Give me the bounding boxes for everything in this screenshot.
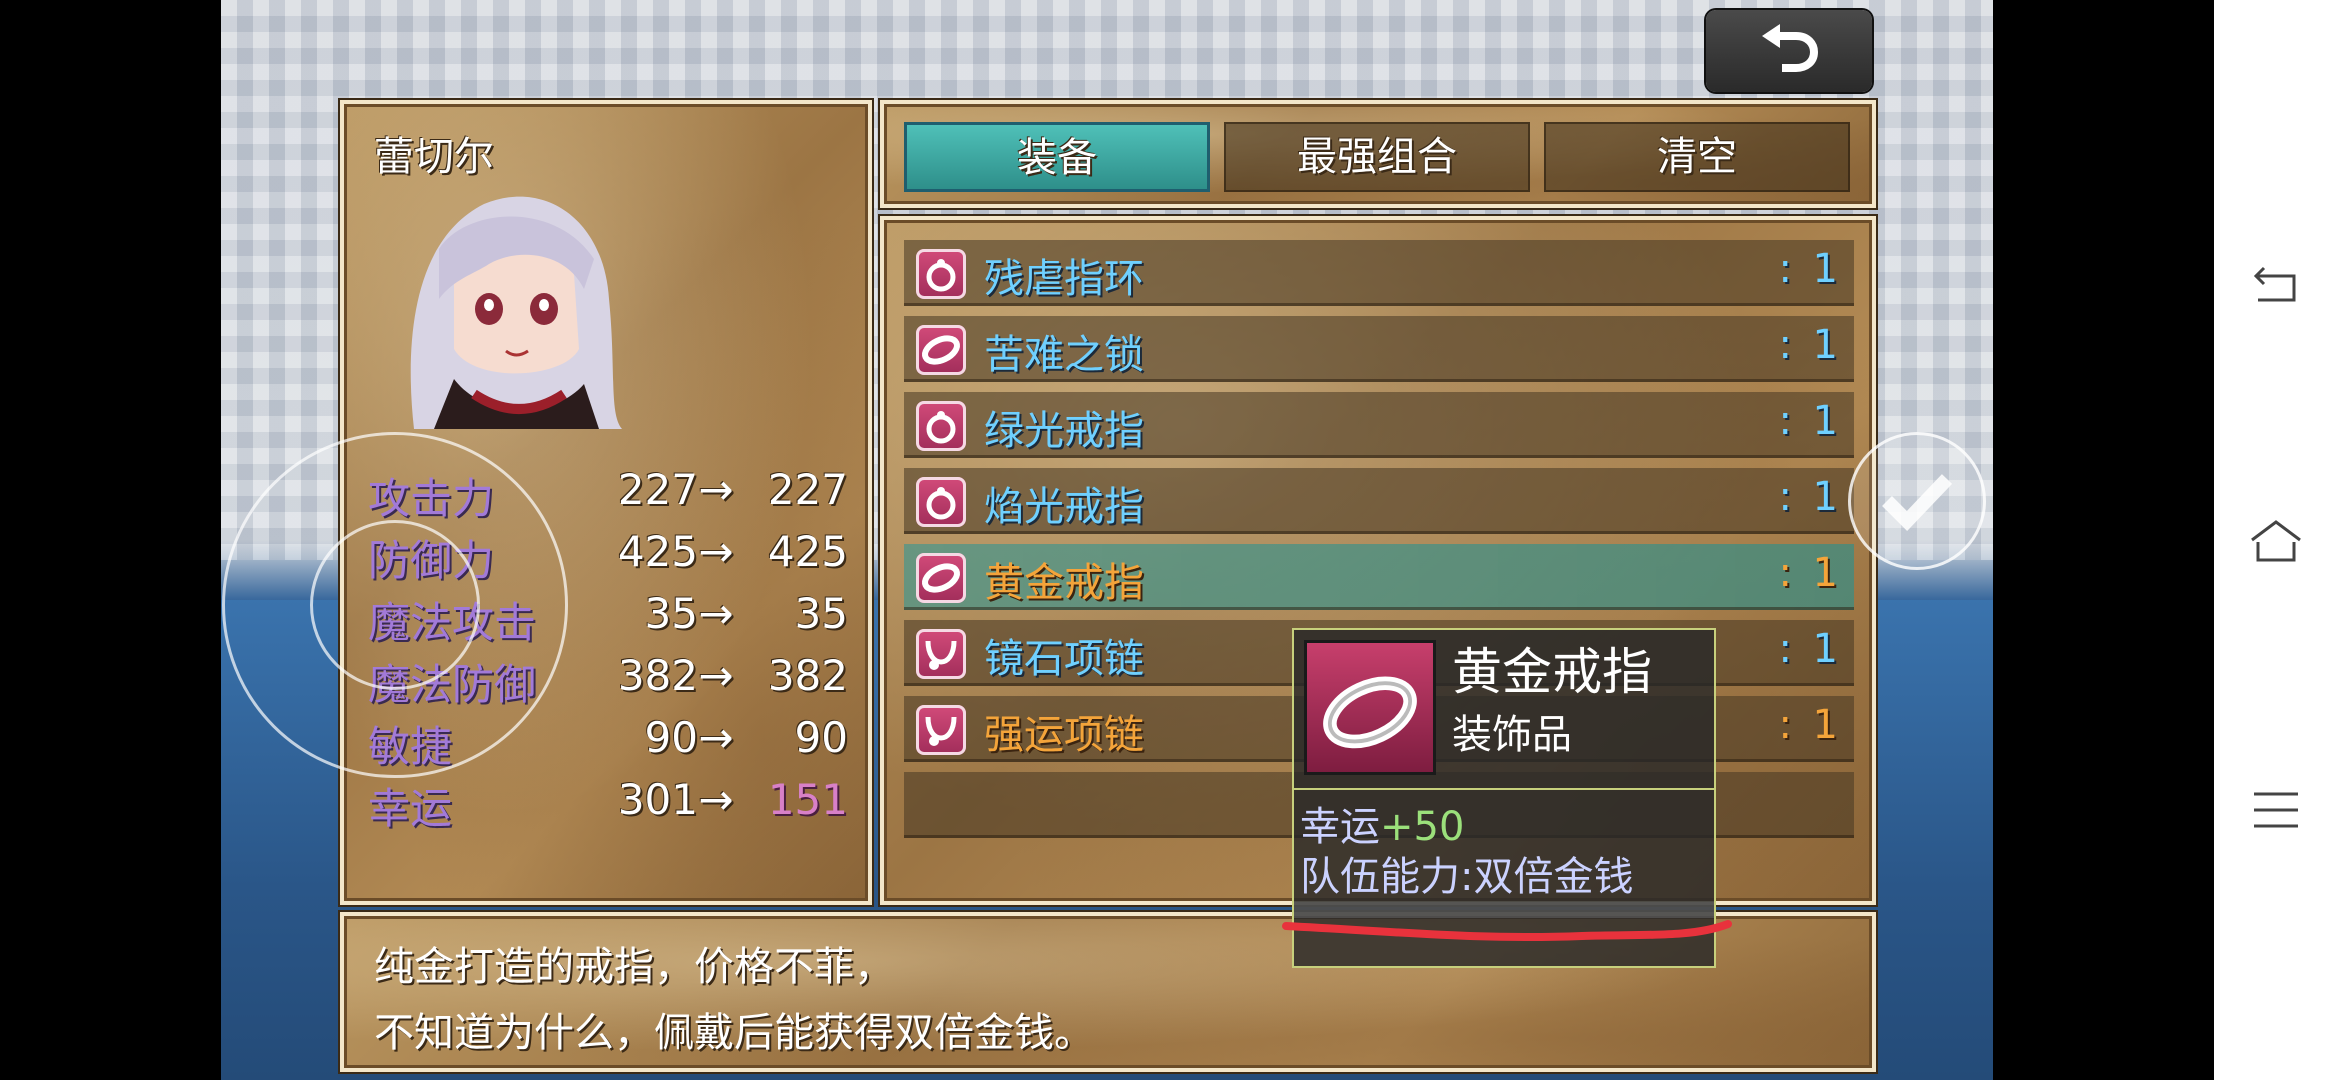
stat-arrow: → — [698, 651, 734, 700]
item-colon: : — [1778, 474, 1792, 520]
item-count: 1 — [1812, 398, 1838, 444]
item-name: 残虐指环 — [984, 256, 1144, 302]
item-row[interactable]: 绿光戒指 : 1 — [904, 392, 1854, 458]
ring-icon — [916, 401, 966, 451]
item-name: 强运项链 — [984, 712, 1144, 758]
tooltip-item-name: 黄金戒指 — [1452, 643, 1652, 701]
item-count: 1 — [1812, 322, 1838, 368]
stat-arrow: → — [698, 589, 734, 638]
tooltip-divider — [1294, 788, 1714, 790]
item-colon: : — [1778, 550, 1792, 596]
band-icon — [916, 325, 966, 375]
item-count: 1 — [1812, 702, 1838, 748]
item-colon: : — [1778, 322, 1792, 368]
stat-current: 227 — [617, 465, 698, 514]
stat-current: 301 — [617, 775, 698, 824]
system-nav-bar — [2214, 0, 2340, 1080]
stat-new: 227 — [767, 465, 848, 514]
item-colon: : — [1778, 398, 1792, 444]
stat-arrow: → — [698, 527, 734, 576]
item-row[interactable]: 残虐指环 : 1 — [904, 240, 1854, 306]
undo-arrow-icon — [1762, 24, 1819, 72]
help-text-line-2: 不知道为什么，佩戴后能获得双倍金钱。 — [374, 1010, 1094, 1056]
item-tooltip: 黄金戒指 装饰品 幸运+50 队伍能力:双倍金钱 — [1292, 628, 1716, 968]
stat-new: 35 — [794, 589, 848, 638]
stat-current: 90 — [644, 713, 698, 762]
tooltip-ability: 队伍能力:双倍金钱 — [1300, 854, 1634, 900]
tooltip-footer-bar — [1294, 902, 1714, 918]
item-name: 镜石项链 — [984, 636, 1144, 682]
item-row[interactable]: 苦难之锁 : 1 — [904, 316, 1854, 382]
stat-label: 幸运 — [368, 784, 453, 833]
item-count: 1 — [1812, 550, 1838, 596]
item-row[interactable]: 焰光戒指 : 1 — [904, 468, 1854, 534]
stat-current: 425 — [617, 527, 698, 576]
stat-new: 90 — [794, 713, 848, 762]
band-icon — [916, 553, 966, 603]
tab-optimize[interactable]: 最强组合 — [1224, 122, 1530, 192]
stat-current: 35 — [644, 589, 698, 638]
item-name: 绿光戒指 — [984, 408, 1144, 454]
necklace-icon — [916, 629, 966, 679]
item-count: 1 — [1812, 474, 1838, 520]
item-row-selected[interactable]: 黄金戒指 : 1 — [904, 544, 1854, 610]
actor-name: 蕾切尔 — [374, 134, 494, 180]
item-colon: : — [1778, 702, 1792, 748]
stat-current: 382 — [617, 651, 698, 700]
red-annotation-underline — [1282, 920, 1732, 942]
stat-new: 151 — [767, 775, 848, 824]
back-button[interactable] — [1706, 10, 1872, 92]
stat-arrow: → — [698, 775, 734, 824]
nav-menu-icon[interactable] — [2246, 780, 2306, 840]
checkmark-icon — [1882, 474, 1953, 532]
item-count: 1 — [1812, 246, 1838, 292]
stat-arrow: → — [698, 713, 734, 762]
character-portrait — [394, 179, 624, 429]
confirm-button[interactable] — [1848, 432, 1986, 570]
stat-arrow: → — [698, 465, 734, 514]
band-icon — [1304, 640, 1436, 775]
item-name: 苦难之锁 — [984, 332, 1144, 378]
item-name: 黄金戒指 — [984, 560, 1144, 606]
item-colon: : — [1778, 626, 1792, 672]
tooltip-item-type: 装饰品 — [1452, 712, 1572, 758]
tab-clear[interactable]: 清空 — [1544, 122, 1850, 192]
ring-icon — [916, 249, 966, 299]
stat-new: 382 — [767, 651, 848, 700]
joystick-thumb[interactable] — [310, 520, 480, 690]
nav-home-icon[interactable] — [2246, 510, 2306, 570]
nav-back-icon[interactable] — [2246, 254, 2306, 314]
ring-icon — [916, 477, 966, 527]
item-colon: : — [1778, 246, 1792, 292]
necklace-icon — [916, 705, 966, 755]
stat-row-luck: 幸运 301 → 151 — [368, 775, 848, 835]
item-name: 焰光戒指 — [984, 484, 1144, 530]
help-text-line-1: 纯金打造的戒指，价格不菲， — [374, 944, 894, 990]
stat-new: 425 — [767, 527, 848, 576]
tab-equip[interactable]: 装备 — [904, 122, 1210, 192]
item-count: 1 — [1812, 626, 1838, 672]
command-panel: 装备 最强组合 清空 — [880, 100, 1876, 208]
